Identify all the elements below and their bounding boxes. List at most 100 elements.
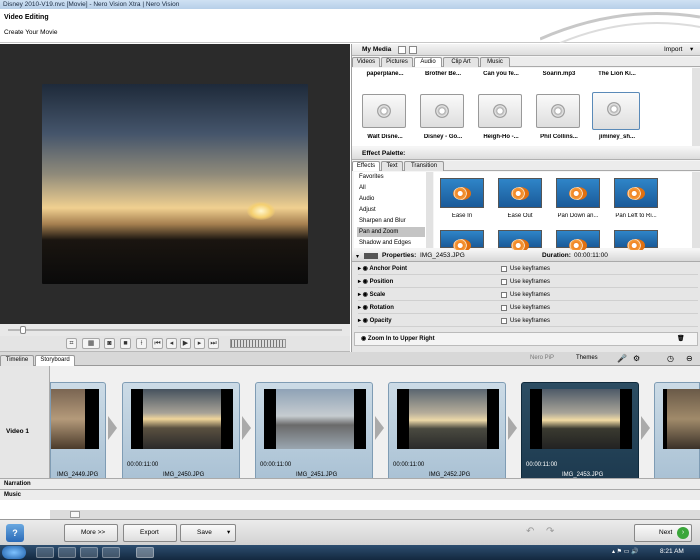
effect-thumbnail[interactable] (614, 230, 658, 252)
property-row[interactable]: ▸ ◉ Anchor Point Use keyframes (358, 264, 698, 275)
jog-wheel[interactable] (230, 339, 286, 348)
scrubber-handle[interactable] (20, 326, 26, 334)
keyframes-checkbox[interactable] (501, 305, 507, 311)
next-button[interactable]: Next › (634, 524, 692, 542)
stop-icon[interactable]: ■ (120, 338, 131, 349)
nero-pip-button[interactable]: Nero PiP (530, 355, 554, 361)
grid-view-icon[interactable] (398, 46, 406, 54)
effect-label[interactable]: Pan Down an... (550, 213, 606, 219)
import-button[interactable]: Import (664, 44, 682, 56)
paint-icon[interactable] (102, 547, 120, 558)
effect-label[interactable]: Pan Left to Ri... (608, 213, 664, 219)
scrollbar-thumb[interactable] (70, 511, 80, 518)
tab-music[interactable]: Music (480, 57, 510, 67)
effect-thumbnail[interactable] (498, 230, 542, 252)
effect-category[interactable]: Favorites (357, 172, 425, 182)
transition-slot[interactable] (108, 416, 117, 440)
effect-thumbnail[interactable] (440, 230, 484, 252)
media-item-label[interactable]: Can you fe... (472, 71, 530, 77)
zoom-icon[interactable]: ⊖ (686, 354, 693, 363)
audio-file-icon[interactable] (478, 94, 522, 128)
applied-effect-row[interactable]: ◉ Zoom In to Upper Right 🗑 (354, 332, 698, 346)
rewind-icon[interactable]: ◂ (166, 338, 177, 349)
tab-effects[interactable]: Effects (352, 161, 380, 171)
effect-label[interactable]: Ease In (434, 213, 490, 219)
expand-icon[interactable]: ▸ ◉ (358, 292, 370, 298)
media-item-label[interactable]: paperplane... (356, 71, 414, 77)
tab-storyboard[interactable]: Storyboard (35, 355, 75, 366)
storyboard-clip-selected[interactable]: 00:00:11:00 IMG_2453.JPG (521, 382, 639, 482)
export-button[interactable]: Export (123, 524, 177, 542)
narration-track[interactable]: Narration (0, 478, 700, 489)
clock[interactable]: 8:21 AM (660, 548, 684, 555)
prev-frame-icon[interactable]: ⏮ (152, 338, 163, 349)
tab-audio[interactable]: Audio (414, 57, 442, 67)
start-button[interactable] (2, 546, 26, 559)
expand-icon[interactable]: ▸ ◉ (358, 266, 369, 272)
storyboard-clip[interactable] (654, 382, 700, 482)
effect-category[interactable]: Adjust (357, 205, 425, 215)
effect-category[interactable]: Sharpen and Blur (357, 216, 425, 226)
music-track[interactable]: Music (0, 489, 700, 500)
effect-category[interactable]: All (357, 183, 425, 193)
keyframes-checkbox[interactable] (501, 279, 507, 285)
tab-pictures[interactable]: Pictures (381, 57, 413, 67)
clock-icon[interactable]: ◷ (667, 354, 674, 363)
themes-button[interactable]: Themes (576, 355, 598, 361)
tab-videos[interactable]: Videos (352, 57, 380, 67)
property-row[interactable]: ▸ ◉ Rotation Use keyframes (358, 303, 698, 314)
microphone-icon[interactable]: 🎤 (617, 354, 627, 363)
media-item-label[interactable]: Phil Collins... (530, 134, 588, 140)
storyboard-clip[interactable]: 00:00:11:00 IMG_2450.JPG (122, 382, 240, 482)
keyframes-checkbox[interactable] (501, 318, 507, 324)
forward-icon[interactable]: ▸ (194, 338, 205, 349)
media-item-label[interactable]: Disney - Go... (414, 134, 472, 140)
media-item-label[interactable]: Soarin.mp3 (530, 71, 588, 77)
effect-category[interactable]: Shadow and Edges (357, 238, 425, 248)
effect-tiles-scrollbar[interactable] (692, 172, 700, 248)
snapshot-icon[interactable]: ◙ (104, 338, 115, 349)
redo-icon[interactable]: ↷ (546, 526, 554, 537)
property-row[interactable]: ▸ ◉ Opacity Use keyframes (358, 316, 698, 327)
effect-thumbnail[interactable] (498, 178, 542, 208)
help-icon[interactable]: ? (6, 524, 24, 542)
save-dropdown-icon[interactable]: ▾ (227, 525, 230, 541)
next-frame-icon[interactable]: ⏭ (208, 338, 219, 349)
audio-file-icon[interactable] (420, 94, 464, 128)
ie-icon[interactable] (36, 547, 54, 558)
tray-icons[interactable]: ▴ ⚑ ▭ 🔊 (612, 548, 639, 555)
split-icon[interactable]: ⟊ (136, 338, 147, 349)
delete-icon[interactable]: 🗑 (677, 333, 685, 345)
storyboard-scrollbar[interactable] (50, 510, 700, 519)
duration-value[interactable]: 00:00:11:00 (574, 250, 608, 262)
media-item-label[interactable]: Walt Disne... (356, 134, 414, 140)
storyboard-clip[interactable]: 00:00:11:00 IMG_2452.JPG (388, 382, 506, 482)
audio-file-icon[interactable] (362, 94, 406, 128)
property-row[interactable]: ▸ ◉ Scale Use keyframes (358, 290, 698, 301)
effect-label[interactable]: Ease Out (492, 213, 548, 219)
expand-icon[interactable]: ▸ ◉ (358, 305, 370, 311)
transition-slot[interactable] (242, 416, 251, 440)
effect-thumbnail[interactable] (440, 178, 484, 208)
keyframes-checkbox[interactable] (501, 266, 507, 272)
media-item-label[interactable]: jiminey_sh... (588, 134, 646, 140)
preview-scrubber[interactable] (0, 324, 350, 336)
storyboard-clip[interactable]: 00:00:11:00 IMG_2451.JPG (255, 382, 373, 482)
media-item-label[interactable]: The Lion Ki... (588, 71, 646, 77)
media-item-label[interactable]: Brother Be... (414, 71, 472, 77)
save-button[interactable]: Save ▾ (180, 524, 236, 542)
effect-thumbnail[interactable] (556, 230, 600, 252)
tab-transition[interactable]: Transition (404, 161, 444, 171)
effect-list-scrollbar[interactable] (426, 172, 433, 248)
list-view-icon[interactable] (409, 46, 417, 54)
media-item-label[interactable]: Heigh-Ho -... (472, 134, 530, 140)
effect-category-selected[interactable]: Pan and Zoom (357, 227, 425, 237)
transition-slot[interactable] (508, 416, 517, 440)
aspect-icon[interactable]: ▦ (82, 338, 100, 349)
collapse-icon[interactable]: ▾ (356, 253, 359, 260)
media-player-icon[interactable] (80, 547, 98, 558)
effect-category[interactable]: Audio (357, 194, 425, 204)
import-dropdown-icon[interactable]: ▾ (690, 44, 693, 56)
storyboard-clip[interactable]: IMG_2449.JPG (50, 382, 106, 482)
expand-icon[interactable]: ▸ ◉ (358, 279, 370, 285)
